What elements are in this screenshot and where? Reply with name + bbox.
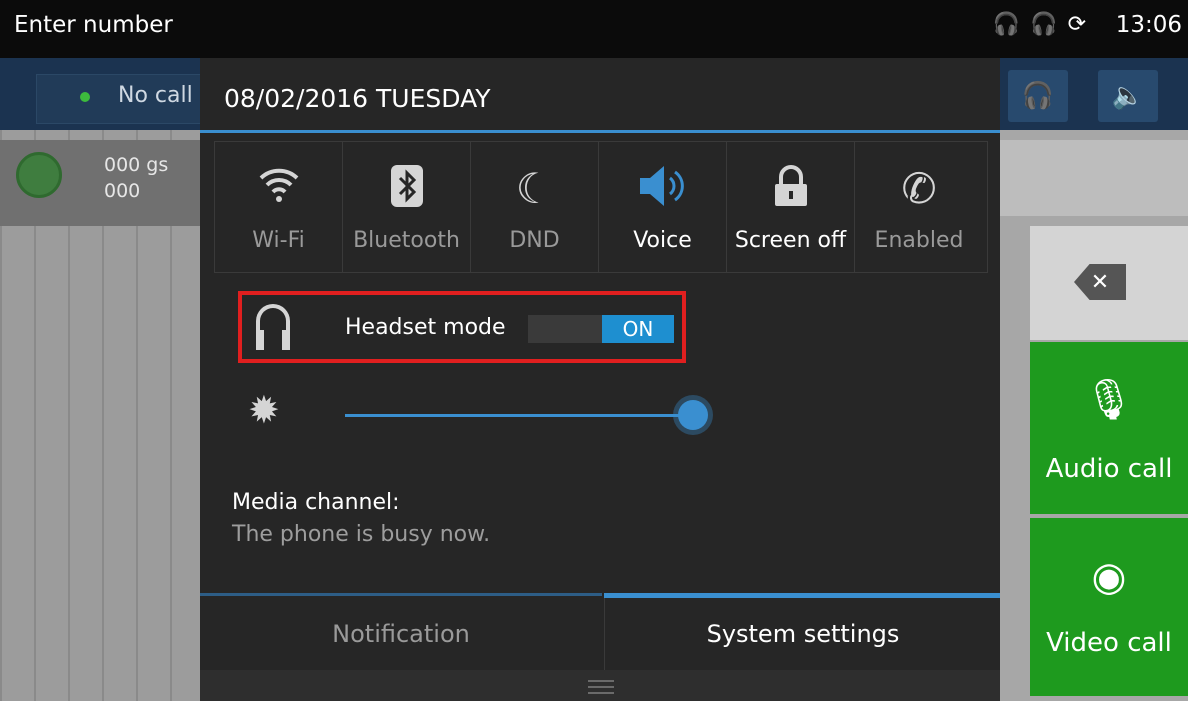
quick-settings-grid: Wi-Fi Bluetooth ☾ DND Voice Screen off ✆ (214, 141, 988, 273)
quick-setting-screen-off[interactable]: Screen off (727, 142, 855, 272)
quick-setting-label: Wi-Fi (252, 228, 305, 253)
status-icons: 🎧🎧⟳ (993, 12, 1096, 37)
quick-setting-label: DND (509, 228, 560, 253)
brightness-slider-thumb[interactable] (678, 400, 708, 430)
quick-setting-voice[interactable]: Voice (599, 142, 727, 272)
status-dot (80, 92, 90, 102)
lock-icon (727, 164, 854, 218)
brightness-slider[interactable] (345, 414, 690, 417)
headset-icon: 🎧 (992, 12, 1031, 37)
number-input-area[interactable] (1000, 140, 1188, 216)
status-time: 13:06 (1115, 12, 1182, 38)
camera-icon: ◉ (1091, 554, 1127, 600)
call-forward-icon: ✆ (901, 164, 937, 213)
quick-setting-call-forward[interactable]: ✆ Enabled (855, 142, 983, 272)
headset-earpiece-right (282, 330, 290, 350)
toggle-on-label[interactable]: ON (602, 315, 674, 343)
backspace-icon: ✕ (1074, 264, 1126, 300)
headset-earpiece-left (256, 330, 264, 350)
panel-date: 08/02/2016 TUESDAY (224, 84, 491, 113)
media-channel-title: Media channel: (232, 490, 400, 515)
video-call-button[interactable]: ◉ Video call (1030, 518, 1188, 696)
speaker-icon (599, 164, 726, 218)
contact-name: 000 gs (104, 154, 169, 176)
quick-setting-label: Bluetooth (353, 228, 460, 253)
drag-handle-line[interactable] (588, 692, 614, 694)
speaker-button[interactable]: 🔈 (1098, 70, 1158, 122)
brightness-icon: ✹ (248, 388, 280, 432)
backspace-button[interactable]: ✕ (1030, 226, 1188, 340)
status-bar-title: Enter number (14, 12, 173, 38)
quick-setting-bluetooth[interactable]: Bluetooth (343, 142, 471, 272)
quick-setting-dnd[interactable]: ☾ DND (471, 142, 599, 272)
call-status-label: No call (118, 83, 193, 108)
quick-setting-label: Enabled (874, 228, 964, 253)
moon-icon: ☾ (515, 164, 554, 213)
microphone-icon: 🎙 (1083, 377, 1135, 423)
avatar (16, 152, 62, 198)
tab-indicator-left (200, 593, 602, 596)
quick-setting-label: Voice (633, 228, 692, 253)
headset-icon: 🎧 (1021, 81, 1055, 111)
tab-notification[interactable]: Notification (200, 598, 602, 670)
sync-icon: ⟳ (1067, 12, 1096, 37)
quick-setting-wifi[interactable]: Wi-Fi (215, 142, 343, 272)
headset-mode-label: Headset mode (345, 315, 506, 340)
status-bar: Enter number 🎧🎧⟳ 13:06 (0, 0, 1188, 58)
speaker-icon: 🔈 (1111, 81, 1145, 111)
contact-number: 000 (104, 180, 141, 202)
audio-call-label: Audio call (1045, 454, 1173, 484)
drag-handle-line[interactable] (588, 686, 614, 688)
tab-system-settings[interactable]: System settings (604, 598, 1001, 670)
divider (200, 130, 1000, 133)
drag-handle-line[interactable] (588, 680, 614, 682)
media-channel-description: The phone is busy now. (232, 522, 491, 547)
video-call-label: Video call (1046, 628, 1172, 658)
wifi-icon (215, 164, 342, 214)
bluetooth-icon (343, 164, 470, 218)
audio-call-button[interactable]: 🎙 Audio call (1030, 342, 1188, 514)
contact-info: 000 gs 000 (104, 152, 168, 204)
headset-toggle-button[interactable]: 🎧 (1008, 70, 1068, 122)
quick-setting-label: Screen off (734, 228, 847, 253)
headset-audio-icon: 🎧 (1030, 12, 1068, 37)
